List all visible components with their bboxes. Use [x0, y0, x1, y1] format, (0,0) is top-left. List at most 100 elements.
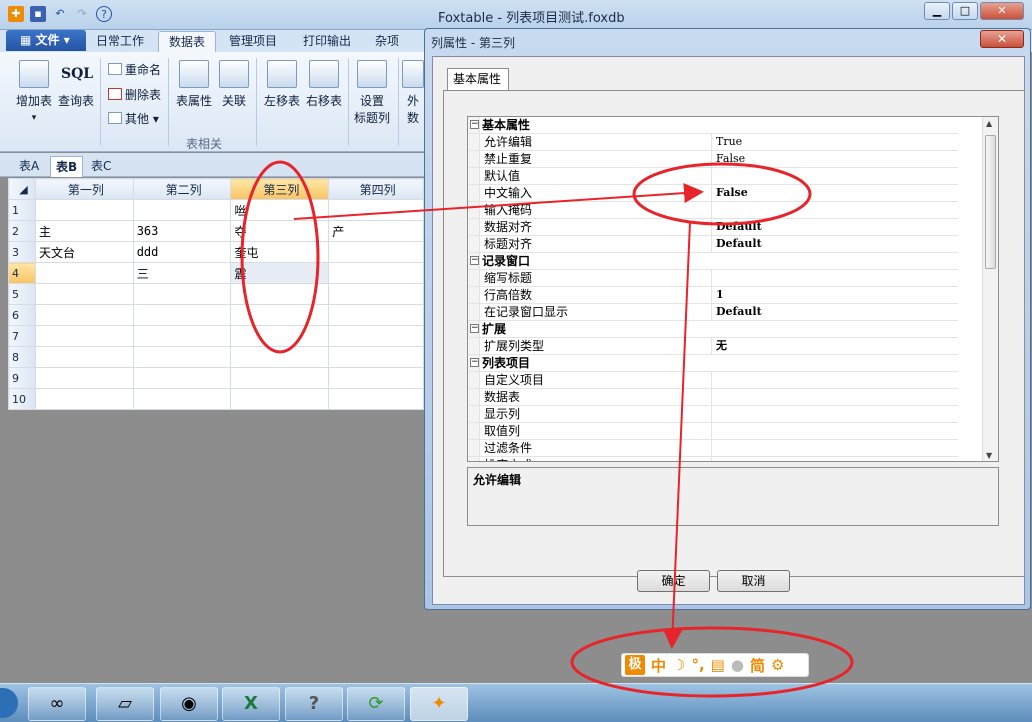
taskbar-foxtable-icon[interactable]: ✦ — [410, 687, 468, 721]
select-all-corner[interactable]: ◢ — [8, 178, 36, 200]
grid-cell[interactable] — [34, 304, 134, 326]
settings-gear-icon[interactable]: ⚙ — [771, 656, 784, 674]
grid-cell[interactable] — [328, 283, 424, 305]
help-icon[interactable]: ? — [96, 6, 112, 22]
grid-cell[interactable] — [132, 199, 232, 221]
property-row[interactable]: 显示列 — [468, 406, 958, 423]
collapse-icon[interactable]: − — [470, 358, 479, 367]
taskbar-help-icon[interactable]: ? — [285, 687, 343, 721]
redo-icon[interactable]: ↷ — [74, 6, 90, 22]
grid-cell[interactable] — [230, 346, 330, 368]
row-header[interactable]: 2 — [8, 220, 36, 242]
grid-cell[interactable] — [230, 304, 330, 326]
property-row[interactable]: 过滤条件 — [468, 440, 958, 457]
property-category[interactable]: − 扩展 — [468, 321, 958, 338]
file-menu-tab[interactable]: ▦ 文件 ▾ — [6, 30, 86, 51]
cancel-button[interactable]: 取消 — [717, 570, 790, 592]
grid-cell[interactable]: 咝 — [230, 199, 330, 221]
grid-cell[interactable]: 震 — [230, 262, 330, 284]
grid-cell[interactable] — [328, 325, 424, 347]
tab-data-table[interactable]: 数据表 — [158, 31, 217, 52]
rename-button[interactable]: 重命名 — [108, 61, 161, 78]
grid-cell[interactable] — [34, 388, 134, 410]
add-table-button[interactable]: 增加表 ▾ — [12, 60, 56, 123]
property-row[interactable]: 在记录窗口显示 Default — [468, 304, 958, 321]
grid-cell[interactable] — [34, 367, 134, 389]
taskbar-app-infinity-icon[interactable]: ∞ — [28, 687, 86, 721]
undo-icon[interactable]: ↶ — [52, 6, 68, 22]
property-value[interactable]: Default — [716, 219, 762, 235]
row-header[interactable]: 3 — [8, 241, 36, 263]
tab-basic-properties[interactable]: 基本属性 — [447, 68, 509, 90]
grid-cell[interactable] — [34, 283, 134, 305]
grid-cell[interactable] — [34, 325, 134, 347]
taskbar-app-notebook-icon[interactable]: ▱ — [96, 687, 154, 721]
app-icon[interactable]: ✚ — [8, 6, 24, 22]
property-row[interactable]: 数据表 — [468, 389, 958, 406]
move-left-button[interactable]: 左移表 — [262, 60, 302, 109]
grid-cell[interactable] — [230, 367, 330, 389]
column-header-selected[interactable]: 第三列 — [230, 178, 330, 200]
ime-mode-toggle[interactable]: 中 — [651, 655, 666, 676]
keyboard-icon[interactable]: ▤ — [711, 656, 725, 674]
grid-cell[interactable] — [132, 388, 232, 410]
taskbar-chrome-icon[interactable]: ◉ — [160, 687, 218, 721]
move-right-button[interactable]: 右移表 — [304, 60, 344, 109]
property-row[interactable]: 允许编辑 True — [468, 134, 958, 151]
row-header[interactable]: 10 — [8, 388, 36, 410]
grid-cell[interactable]: 主 — [34, 220, 134, 242]
sheet-tab-c[interactable]: 表C — [86, 156, 116, 177]
grid-cell[interactable] — [328, 199, 424, 221]
grid-cell[interactable]: 夺 — [230, 220, 330, 242]
property-row[interactable]: 扩展列类型无 — [468, 338, 958, 355]
sheet-tab-a[interactable]: 表A — [14, 156, 44, 177]
tab-manage-project[interactable]: 管理项目 — [219, 31, 287, 52]
grid-cell[interactable] — [132, 367, 232, 389]
grid-cell[interactable]: 363 — [132, 220, 232, 242]
ime-logo-icon[interactable]: 极 — [625, 655, 645, 675]
grid-cell[interactable] — [132, 304, 232, 326]
grid-cell[interactable]: 三 — [132, 262, 232, 284]
taskbar-excel-icon[interactable]: X — [222, 687, 280, 721]
column-header[interactable]: 第四列 — [328, 178, 424, 200]
table-props-button[interactable]: 表属性 — [174, 60, 214, 109]
ok-button[interactable]: 确定 — [637, 570, 710, 592]
grid-cell[interactable] — [328, 346, 424, 368]
property-row[interactable]: 标题对齐 Default — [468, 236, 958, 253]
grid-cell[interactable] — [328, 367, 424, 389]
property-row[interactable]: 缩写标题 — [468, 270, 958, 287]
grid-cell[interactable]: 奎屯 — [230, 241, 330, 263]
property-row[interactable]: 输入掩码 — [468, 202, 958, 219]
maximize-button[interactable]: □ — [952, 2, 978, 20]
grid-cell[interactable] — [34, 262, 134, 284]
row-header[interactable]: 1 — [8, 199, 36, 221]
property-row[interactable]: 排序方式 — [468, 457, 958, 461]
grid-cell[interactable] — [34, 199, 134, 221]
delete-table-button[interactable]: 删除表 — [108, 86, 161, 103]
grid-cell[interactable] — [132, 325, 232, 347]
grid-cell[interactable] — [230, 388, 330, 410]
grid-cell[interactable] — [132, 283, 232, 305]
simplified-toggle[interactable]: 简 — [750, 655, 765, 676]
property-row[interactable]: 数据对齐 Default — [468, 219, 958, 236]
grid-cell[interactable] — [328, 388, 424, 410]
property-grid-scrollbar[interactable]: ▲ ▼ — [982, 117, 998, 461]
property-row[interactable]: 禁止重复 False — [468, 151, 958, 168]
taskbar-refresh-icon[interactable]: ⟳ — [347, 687, 405, 721]
collapse-icon[interactable]: − — [470, 324, 479, 333]
tab-daily-work[interactable]: 日常工作 — [86, 31, 154, 52]
tab-print-output[interactable]: 打印输出 — [293, 31, 361, 52]
grid-cell[interactable] — [230, 283, 330, 305]
grid-cell[interactable] — [328, 241, 424, 263]
tab-misc[interactable]: 杂项 — [365, 31, 409, 52]
grid-cell[interactable] — [132, 346, 232, 368]
row-header[interactable]: 9 — [8, 367, 36, 389]
scroll-up-icon[interactable]: ▲ — [986, 119, 992, 128]
column-header[interactable]: 第一列 — [34, 178, 134, 200]
grid-cell[interactable] — [34, 346, 134, 368]
property-value[interactable]: 无 — [716, 338, 727, 354]
property-category[interactable]: − 记录窗口 — [468, 253, 958, 270]
row-header[interactable]: 8 — [8, 346, 36, 368]
property-value[interactable]: Default — [716, 236, 762, 252]
collapse-icon[interactable]: − — [470, 120, 479, 129]
